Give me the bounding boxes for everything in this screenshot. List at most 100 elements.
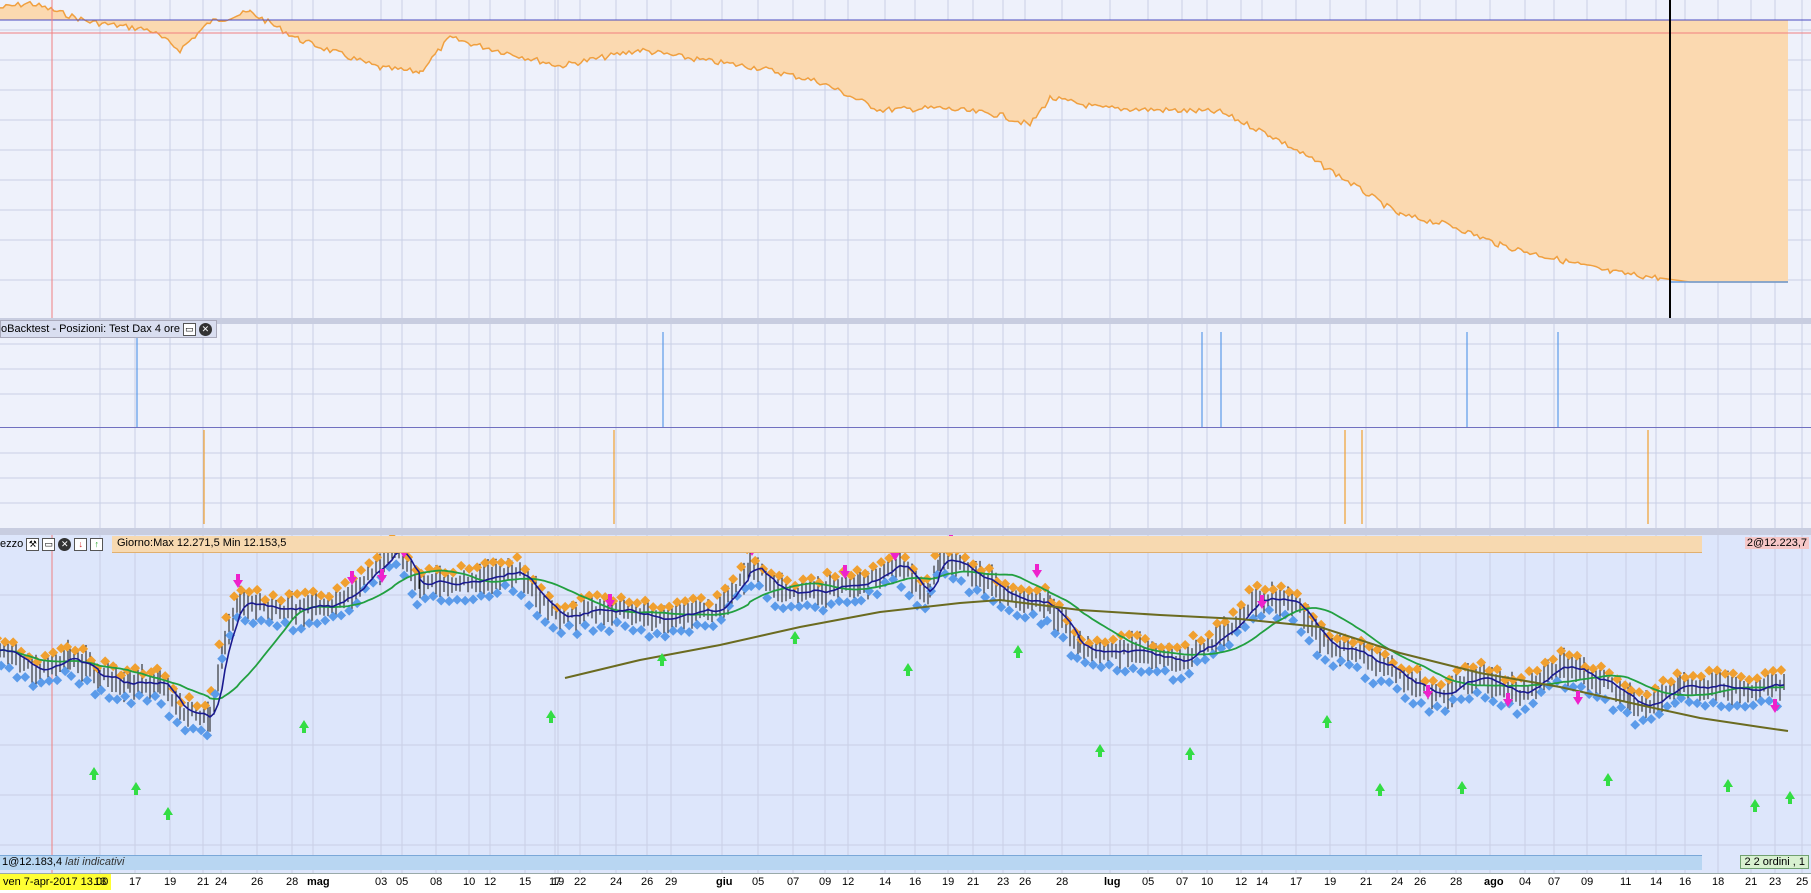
short-marker — [1236, 599, 1247, 610]
short-marker — [984, 563, 995, 574]
positions-panel[interactable] — [0, 324, 1811, 428]
long-marker — [1740, 701, 1751, 712]
short-marker — [221, 612, 232, 623]
short-marker — [736, 561, 747, 572]
time-axis-tick: 28 — [286, 876, 299, 888]
short-marker — [632, 598, 643, 608]
time-axis-tick: mag — [307, 876, 330, 888]
equity-curve-panel[interactable] — [0, 0, 1811, 318]
long-marker — [1352, 662, 1363, 673]
long-marker — [1764, 695, 1775, 706]
long-marker — [1684, 697, 1695, 707]
short-marker — [560, 601, 571, 612]
short-marker — [214, 639, 225, 650]
short-marker — [968, 559, 979, 570]
long-marker — [1200, 654, 1211, 665]
short-marker — [960, 552, 971, 563]
short-marker — [1212, 618, 1223, 629]
positions-panel-titlebar: oBacktest - Posizioni: Test Dax 4 ore ▭ … — [0, 320, 217, 338]
long-marker — [436, 595, 447, 606]
short-marker — [276, 595, 287, 606]
orders-panel[interactable] — [0, 428, 1811, 528]
window-icon[interactable]: ▭ — [182, 322, 196, 336]
long-marker — [112, 694, 123, 705]
long-marker — [904, 590, 915, 601]
long-marker — [532, 610, 543, 621]
long-marker — [1408, 698, 1419, 709]
short-marker — [260, 594, 271, 605]
window-icon[interactable]: ▭ — [42, 537, 56, 551]
long-marker — [412, 599, 423, 610]
buy-arrow — [163, 807, 173, 815]
price-right-label: 2@12.223,7 — [1744, 537, 1809, 549]
short-marker — [672, 597, 683, 608]
buy-arrow-stem — [549, 718, 553, 723]
close-icon[interactable]: ✕ — [198, 322, 212, 336]
long-marker — [596, 622, 607, 633]
close-icon[interactable]: ✕ — [58, 537, 72, 551]
short-marker — [782, 575, 793, 586]
wrench-icon[interactable]: ⚒ — [26, 537, 40, 551]
time-axis-tick: 24 — [215, 876, 228, 888]
short-marker — [1744, 674, 1755, 685]
buy-arrow-stem — [793, 639, 797, 644]
time-axis-tick: 24 — [610, 876, 623, 888]
short-marker — [1100, 637, 1111, 648]
move-up-icon[interactable]: ↑ — [90, 537, 104, 551]
long-marker — [524, 600, 535, 611]
price-chart-panel[interactable] — [0, 535, 1811, 873]
long-marker — [572, 629, 583, 640]
time-axis-tick: 19 — [1324, 876, 1337, 888]
time-axis-tick: 07 — [1548, 876, 1561, 888]
long-marker — [172, 717, 183, 728]
long-marker — [834, 596, 845, 607]
panel-splitter[interactable] — [0, 528, 1811, 535]
time-axis-tick: 21 — [967, 876, 980, 888]
short-marker — [108, 661, 119, 672]
short-marker — [268, 590, 279, 601]
move-down-icon[interactable]: ↓ — [74, 537, 88, 551]
buy-arrow — [1603, 773, 1613, 781]
sell-arrow-stem — [350, 571, 354, 577]
buy-arrow — [1013, 645, 1023, 653]
time-axis-tick: 16 — [909, 876, 922, 888]
time-axis-tick: 22 — [574, 876, 587, 888]
buy-arrow-stem — [1788, 799, 1792, 804]
time-axis[interactable] — [0, 873, 1811, 893]
short-marker — [200, 700, 211, 711]
long-marker — [1440, 706, 1451, 717]
buy-arrow-stem — [1188, 755, 1192, 760]
long-marker — [1724, 702, 1735, 713]
short-marker — [822, 567, 833, 578]
long-marker — [44, 675, 55, 686]
short-marker — [1556, 645, 1567, 656]
short-marker — [229, 591, 240, 602]
long-marker — [180, 725, 191, 736]
long-marker — [428, 591, 439, 602]
long-marker — [1088, 659, 1099, 670]
bottom-left-label: 1@12.183,4 lati indicativi — [2, 856, 124, 868]
short-marker — [592, 590, 603, 600]
buy-arrow — [790, 631, 800, 639]
long-marker — [52, 675, 63, 686]
buy-arrow-stem — [1606, 781, 1610, 786]
bottom-scroll-strip[interactable] — [0, 855, 1702, 870]
long-marker — [150, 691, 161, 702]
sell-arrow-stem — [1773, 699, 1777, 705]
short-marker — [830, 571, 841, 582]
buy-arrow-stem — [1325, 723, 1329, 728]
short-marker — [1252, 580, 1263, 591]
buy-arrow-stem — [1753, 807, 1757, 812]
buy-arrow-stem — [1098, 752, 1102, 757]
short-marker — [664, 601, 675, 612]
long-marker — [1692, 698, 1703, 709]
orders-count-badge[interactable]: 2 2 ordini , 1 — [1740, 855, 1809, 869]
time-axis-tick: 19 — [164, 876, 177, 888]
short-marker — [712, 589, 723, 600]
short-marker — [1292, 588, 1303, 599]
short-marker — [1680, 672, 1691, 683]
long-marker — [1646, 714, 1657, 724]
price-header-text: Giorno:Max 12.271,5 Min 12.153,5 — [117, 537, 287, 549]
short-marker — [100, 656, 111, 667]
long-marker — [1312, 650, 1323, 661]
